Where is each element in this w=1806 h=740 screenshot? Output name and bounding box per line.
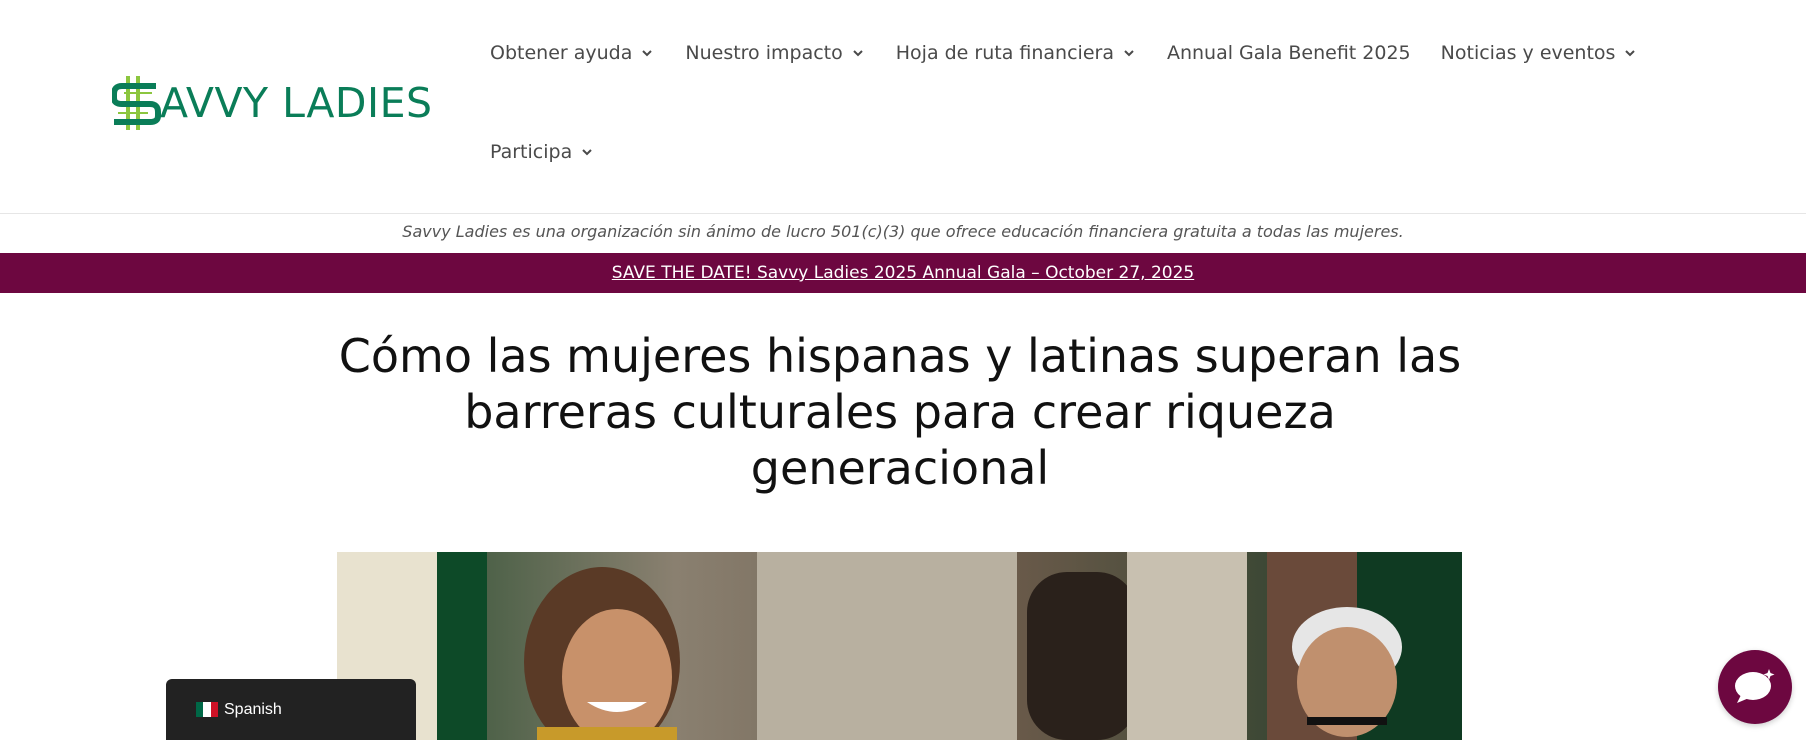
language-switcher[interactable]: Spanish — [166, 679, 416, 740]
nav-item-label: Annual Gala Benefit 2025 — [1166, 42, 1411, 64]
nav-item-hoja-de-ruta[interactable]: Hoja de ruta financiera — [896, 42, 1137, 64]
chevron-down-icon — [582, 149, 592, 156]
nav-item-obtener-ayuda[interactable]: Obtener ayuda — [490, 42, 655, 64]
main-nav: Obtener ayuda Nuestro impacto Hoja de ru… — [490, 28, 1650, 177]
nav-item-nuestro-impacto[interactable]: Nuestro impacto — [685, 42, 865, 64]
gala-save-the-date-link[interactable]: SAVE THE DATE! Savvy Ladies 2025 Annual … — [612, 263, 1194, 283]
mexico-flag-icon — [196, 702, 218, 717]
nav-item-label: Obtener ayuda — [490, 42, 633, 64]
nav-item-label: Noticias y eventos — [1440, 42, 1616, 64]
article-title: Cómo las mujeres hispanas y latinas supe… — [338, 329, 1462, 495]
chevron-down-icon — [1124, 50, 1134, 57]
nav-item-label: Participa — [490, 141, 573, 163]
chat-bubble-icon — [1735, 669, 1775, 703]
nav-item-annual-gala[interactable]: Annual Gala Benefit 2025 — [1167, 42, 1411, 64]
announcement-banner: SAVE THE DATE! Savvy Ladies 2025 Annual … — [0, 253, 1806, 293]
dollar-s-logo-icon — [112, 76, 161, 130]
site-tagline: Savvy Ladies es una organización sin áni… — [402, 222, 1404, 241]
article-hero-image — [337, 552, 1462, 740]
chevron-down-icon — [853, 50, 863, 57]
chat-widget-button[interactable] — [1718, 650, 1792, 724]
language-label: Spanish — [224, 700, 282, 718]
hero-photo-illustration — [337, 552, 1462, 740]
chevron-down-icon — [642, 50, 653, 57]
nav-item-participa[interactable]: Participa — [490, 141, 595, 163]
site-header: AVVY LADIES Obtener ayuda Nuestro impact… — [0, 0, 1806, 214]
logo-text: AVVY LADIES — [160, 79, 433, 127]
nav-item-label: Nuestro impacto — [685, 42, 843, 64]
chevron-down-icon — [1625, 50, 1636, 57]
site-logo[interactable]: AVVY LADIES — [112, 76, 433, 130]
nav-item-label: Hoja de ruta financiera — [895, 42, 1114, 64]
nav-item-noticias-y-eventos[interactable]: Noticias y eventos — [1441, 42, 1639, 64]
